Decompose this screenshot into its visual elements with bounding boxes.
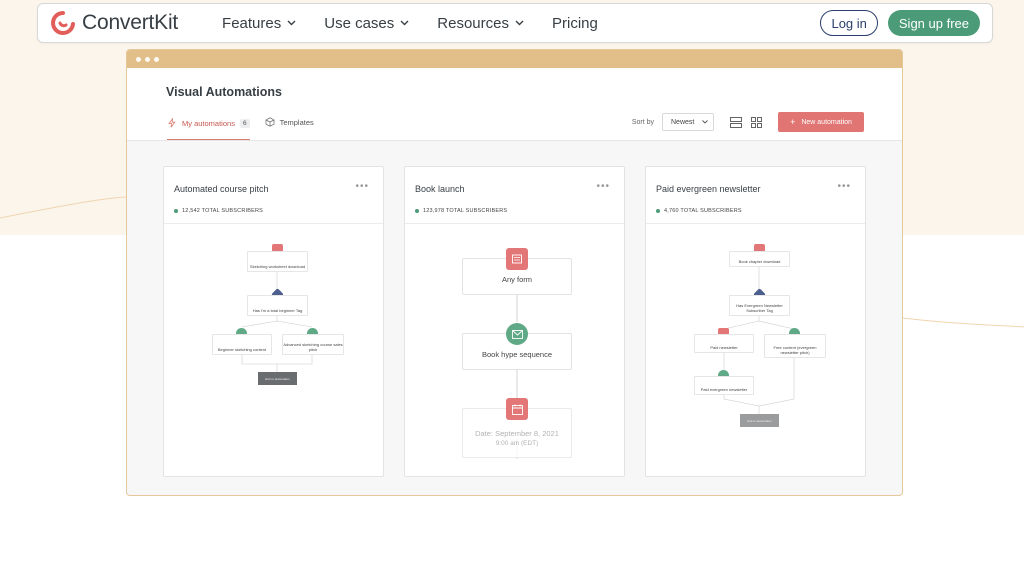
new-automation-button[interactable]: + New automation	[778, 112, 864, 132]
flow-step: Has I'm a total beginner Tag	[247, 295, 308, 316]
menu-resources-label: Resources	[437, 14, 509, 32]
card-title: Automated course pitch	[174, 184, 269, 194]
status-dot-icon	[656, 209, 660, 213]
grid-view-icon	[750, 116, 762, 128]
subscriber-count-text: 4,760 TOTAL SUBSCRIBERS	[664, 208, 742, 214]
calendar-icon	[506, 398, 528, 420]
tab-my-automations[interactable]: My automations 6	[167, 115, 250, 140]
main-menu: Features Use cases Resources Pricing	[222, 15, 598, 32]
app-window: Visual Automations My automations 6 Temp…	[126, 49, 903, 496]
lightning-icon	[168, 118, 176, 128]
nav-actions: Log in Sign up free	[820, 10, 980, 36]
login-button[interactable]: Log in	[820, 10, 878, 36]
tab-templates[interactable]: Templates	[265, 115, 314, 129]
envelope-icon	[511, 329, 523, 339]
card-header: Paid evergreen newsletter ••• 4,760 TOTA…	[646, 167, 865, 224]
menu-resources[interactable]: Resources	[437, 15, 524, 32]
card-header: Book launch ••• 123,978 TOTAL SUBSCRIBER…	[405, 167, 624, 224]
menu-use-cases-label: Use cases	[324, 14, 395, 32]
window-dot	[154, 56, 159, 62]
more-options-icon[interactable]: •••	[596, 181, 610, 192]
flow-step: Beginner sketching content	[212, 334, 272, 355]
more-options-icon[interactable]: •••	[837, 181, 851, 192]
list-toolbar: Sort by Newest + New automation	[632, 112, 864, 132]
menu-pricing-label: Pricing	[551, 14, 598, 32]
subscriber-count: 123,978 TOTAL SUBSCRIBERS	[415, 208, 507, 214]
automation-card-paid-newsletter[interactable]: Paid evergreen newsletter ••• 4,760 TOTA…	[645, 166, 866, 477]
automation-flow: Sketching worksheet download Has I'm a t…	[164, 224, 383, 476]
automations-count-badge: 6	[239, 118, 250, 128]
view-toggle	[728, 114, 764, 130]
card-header: Automated course pitch ••• 12,542 TOTAL …	[164, 167, 383, 224]
email-icon	[506, 323, 528, 345]
tab-my-automations-label: My automations	[182, 118, 235, 128]
flow-step: Paid newsletter	[694, 334, 754, 353]
chevron-down-icon	[400, 20, 409, 26]
chevron-down-icon	[702, 120, 708, 124]
exit-step: Exit or automation	[740, 414, 779, 427]
menu-pricing[interactable]: Pricing	[552, 15, 598, 32]
menu-use-cases[interactable]: Use cases	[324, 15, 409, 32]
sort-value: Newest	[671, 118, 695, 126]
tab-templates-label: Templates	[279, 117, 314, 127]
status-dot-icon	[415, 209, 419, 213]
brand-logo[interactable]: ConvertKit	[50, 10, 178, 36]
flow-step: Advanced sketching course sales pitch	[282, 334, 344, 355]
app-header: Visual Automations My automations 6 Temp…	[127, 68, 902, 141]
flow-step: Paid evergreen newsletter	[694, 376, 754, 395]
convertkit-logo-icon	[51, 11, 75, 35]
flow-step: Has Evergreen Newsletter Subscriber Tag	[729, 295, 790, 316]
new-automation-label: New automation	[801, 118, 852, 126]
form-glyph-icon	[512, 254, 522, 264]
automation-tabs: My automations 6 Templates	[167, 115, 314, 140]
status-dot-icon	[174, 209, 178, 213]
page-title: Visual Automations	[166, 85, 282, 99]
cube-icon	[265, 117, 274, 127]
date-label: Date: September 8, 2021	[475, 429, 559, 438]
signup-button[interactable]: Sign up free	[887, 10, 980, 36]
list-view-button[interactable]	[728, 114, 744, 130]
time-label: 9:00 am (EDT)	[495, 440, 539, 447]
exit-step: Exit or automation	[258, 372, 297, 385]
top-nav: ConvertKit Features Use cases Resources …	[37, 3, 993, 43]
subscriber-count-text: 123,978 TOTAL SUBSCRIBERS	[423, 208, 508, 214]
menu-features[interactable]: Features	[222, 15, 296, 32]
flow-step: Sketching worksheet download	[247, 251, 308, 272]
chevron-down-icon	[287, 20, 296, 26]
grid-view-button[interactable]	[748, 114, 764, 130]
chevron-down-icon	[515, 20, 524, 26]
subscriber-count: 4,760 TOTAL SUBSCRIBERS	[656, 208, 742, 214]
subscriber-count-text: 12,542 TOTAL SUBSCRIBERS	[182, 208, 264, 214]
sort-select[interactable]: Newest	[662, 113, 714, 131]
plus-icon: +	[790, 117, 796, 127]
form-icon	[506, 248, 528, 270]
automation-flow: Any form Book hype sequence Date: Septem…	[405, 224, 624, 476]
automation-card-course-pitch[interactable]: Automated course pitch ••• 12,542 TOTAL …	[163, 166, 384, 477]
flow-step: Book chapter download	[729, 251, 790, 267]
brand-name: ConvertKit	[82, 11, 179, 34]
sort-label: Sort by	[631, 118, 654, 126]
more-options-icon[interactable]: •••	[355, 181, 369, 192]
window-dot	[136, 56, 141, 62]
automation-card-book-launch[interactable]: Book launch ••• 123,978 TOTAL SUBSCRIBER…	[404, 166, 625, 477]
flow-step: Free content (evergreen newsletter pitch…	[764, 334, 826, 358]
calendar-glyph-icon	[511, 404, 523, 415]
list-view-icon	[730, 116, 742, 128]
menu-features-label: Features	[222, 14, 282, 32]
automation-flow: Book chapter download Has Evergreen News…	[646, 224, 865, 476]
window-titlebar	[127, 50, 902, 68]
card-title: Book launch	[415, 184, 465, 194]
subscriber-count: 12,542 TOTAL SUBSCRIBERS	[174, 208, 263, 214]
window-dot	[145, 56, 150, 62]
card-title: Paid evergreen newsletter	[656, 184, 761, 194]
